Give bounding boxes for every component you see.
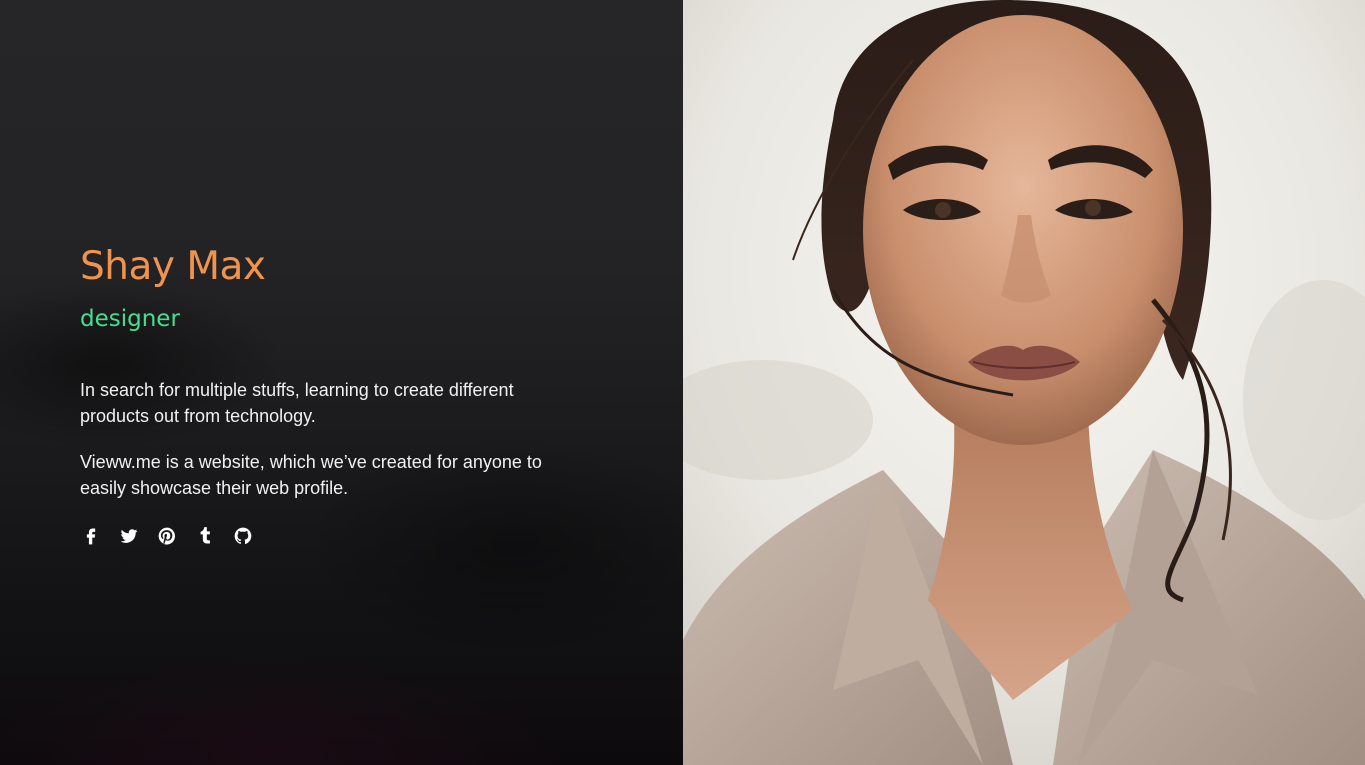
- portrait-image: [683, 0, 1365, 765]
- github-link[interactable]: [232, 525, 254, 547]
- profile-page: Shay Max designer In search for multiple…: [0, 0, 1365, 765]
- pinterest-icon: [158, 527, 175, 545]
- twitter-icon: [120, 529, 138, 543]
- social-links: [80, 525, 600, 547]
- facebook-icon: [86, 528, 96, 545]
- profile-name: Shay Max: [80, 244, 266, 289]
- bio-paragraph-1: In search for multiple stuffs, learning …: [80, 380, 514, 426]
- twitter-link[interactable]: [118, 525, 140, 547]
- facebook-link[interactable]: [80, 525, 102, 547]
- tumblr-icon: [200, 527, 210, 544]
- profile-role: designer: [80, 306, 180, 332]
- bio-paragraph-2: Vieww.me is a website, which we’ve creat…: [80, 452, 542, 498]
- profile-panel: Shay Max designer In search for multiple…: [0, 0, 683, 765]
- portrait-photo: [683, 0, 1365, 765]
- pinterest-link[interactable]: [156, 525, 178, 547]
- tumblr-link[interactable]: [194, 525, 216, 547]
- github-icon: [234, 527, 252, 545]
- profile-content: Shay Max designer In search for multiple…: [80, 240, 600, 547]
